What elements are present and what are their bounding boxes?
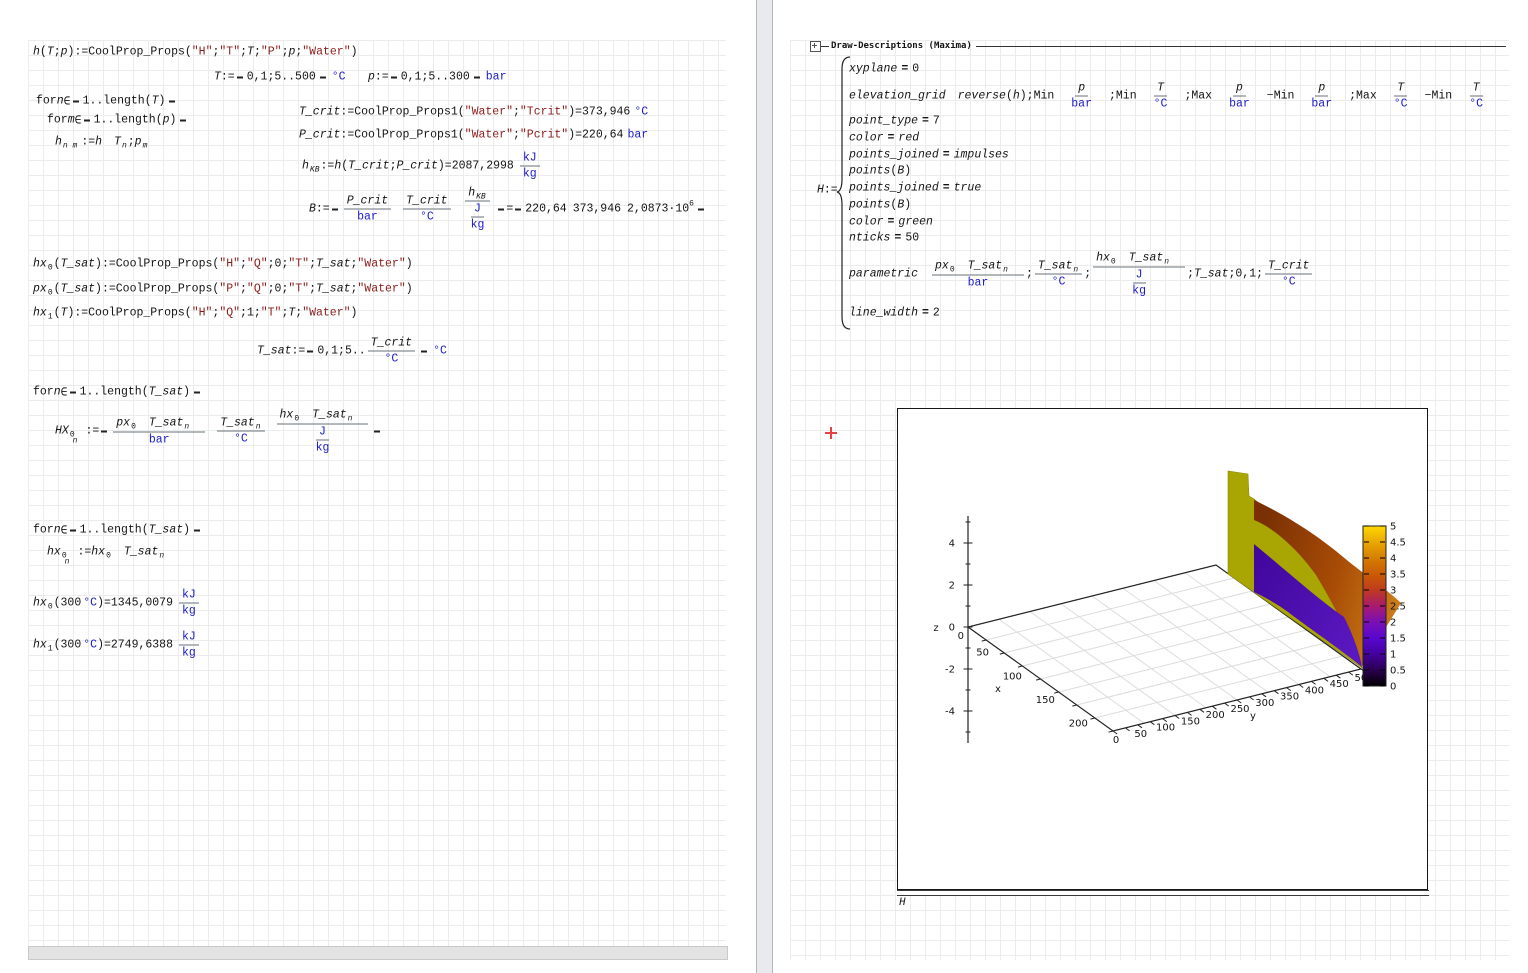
insert-cursor-cross-icon (825, 427, 837, 439)
svg-text:100: 100 (1156, 723, 1175, 734)
svg-text:150: 150 (1181, 716, 1200, 727)
math-region-r9[interactable]: color=green (849, 216, 933, 229)
math-region-r4[interactable]: color=red (849, 132, 919, 145)
math-region-l8[interactable]: P_crit:=CoolProp_Props1("Water"; "Pcrit"… (299, 129, 648, 142)
svg-text:0.5: 0.5 (1390, 666, 1406, 677)
math-region-l9[interactable]: hKB:=h(T_crit; P_crit)=2087,2998kJkg (302, 152, 542, 181)
math-region-l3[interactable]: p:=0,1; 5..300bar (368, 70, 506, 85)
svg-text:z: z (933, 623, 938, 634)
math-region-r5[interactable]: points_joined=impulses (849, 149, 1009, 162)
header-rule (976, 46, 1506, 47)
svg-text:350: 350 (1280, 692, 1299, 703)
svg-text:3: 3 (1390, 586, 1396, 597)
svg-text:5: 5 (1390, 522, 1396, 533)
math-region-l5[interactable]: for m ∈ 1..length(p) (47, 113, 188, 128)
math-region-r12[interactable]: line_width=2 (849, 307, 940, 320)
svg-text:0: 0 (958, 631, 964, 642)
math-region-l17[interactable]: for n ∈ 1..length(T_sat) (33, 523, 202, 538)
svg-text:2.5: 2.5 (1390, 602, 1406, 613)
math-region-r6[interactable]: points(B) (849, 165, 911, 178)
horizontal-scrollbar[interactable] (28, 946, 728, 960)
smath-worksheet: Draw-Descriptions (Maxima) 501001502000x… (0, 0, 1528, 973)
math-region-l2[interactable]: T:=0,1; 5..500°C (214, 70, 346, 85)
svg-text:3.5: 3.5 (1390, 570, 1406, 581)
3d-plot-region[interactable]: 501001502000x050100150200250300350400450… (897, 408, 1428, 890)
svg-text:4: 4 (1390, 554, 1396, 565)
svg-text:400: 400 (1305, 685, 1324, 696)
math-region-r7[interactable]: points_joined=true (849, 182, 981, 195)
svg-text:200: 200 (1206, 710, 1225, 721)
svg-text:-2: -2 (945, 665, 955, 676)
math-region-r2[interactable]: elevation_gridreverse(h); Minpbar; MinT°… (849, 80, 1512, 113)
math-region-r8[interactable]: points(B) (849, 199, 911, 212)
svg-text:100: 100 (1003, 671, 1022, 682)
math-region-l1[interactable]: h(T; p):=CoolProp_Props("H"; "T"; T; "P"… (33, 46, 358, 59)
svg-text:x: x (995, 684, 1001, 695)
svg-text:0: 0 (949, 623, 955, 634)
plot-variable-caption: H (899, 897, 906, 909)
svg-text:2: 2 (949, 581, 955, 592)
svg-text:150: 150 (1036, 695, 1055, 706)
math-region-l16[interactable]: HX0n:=px0T_satnbarT_satn°Chx0T_satnJkg (55, 407, 382, 456)
math-region-l6[interactable]: hn m:=hTn; pm (55, 135, 160, 150)
colorbar: 0 0.5 1 1.5 2 2.5 3 3.5 4 4.5 5 (1363, 522, 1406, 693)
math-region-h-def[interactable]: H:= (817, 184, 838, 197)
svg-text:200: 200 (1069, 719, 1088, 730)
svg-text:0: 0 (1390, 682, 1396, 693)
svg-text:300: 300 (1255, 698, 1274, 709)
svg-text:1: 1 (1390, 650, 1396, 661)
surface3d-plot: 501001502000x050100150200250300350400450… (898, 409, 1427, 886)
math-region-l7[interactable]: T_crit:=CoolProp_Props1("Water"; "Tcrit"… (299, 106, 648, 119)
svg-text:450: 450 (1330, 679, 1349, 690)
draw-descriptions-region-header[interactable]: Draw-Descriptions (Maxima) (810, 40, 1506, 52)
svg-text:-4: -4 (945, 707, 955, 718)
page-divider (756, 0, 773, 973)
header-dash (821, 46, 829, 47)
svg-text:4.5: 4.5 (1390, 538, 1406, 549)
math-region-r11[interactable]: parametricpx0T_satnbar; T_satn°C; hx0T_s… (849, 250, 1326, 299)
math-region-l18[interactable]: hx0n:=hx0T_satn (47, 545, 177, 560)
math-region-l12[interactable]: px0(T_sat):=CoolProp_Props("P"; "Q"; 0; … (33, 283, 413, 296)
math-region-r1[interactable]: xyplane=0 (849, 63, 919, 76)
math-region-r10[interactable]: nticks=50 (849, 232, 919, 245)
svg-text:50: 50 (1134, 729, 1147, 740)
math-region-l15[interactable]: for n ∈ 1..length(T_sat) (33, 385, 202, 400)
collapse-region-icon[interactable] (810, 41, 821, 52)
math-region-l11[interactable]: hx0(T_sat):=CoolProp_Props("H"; "Q"; 0; … (33, 258, 413, 271)
math-region-l13[interactable]: hx1(T):=CoolProp_Props("H"; "Q"; 1; "T";… (33, 307, 357, 320)
math-region-l10[interactable]: B:=P_critbarT_crit°ChKBJkg=220,64373,946… (309, 186, 706, 233)
math-region-l14[interactable]: T_sat:=0,1; 5..T_crit°C°C (257, 336, 447, 367)
svg-text:y: y (1250, 711, 1256, 722)
svg-text:50: 50 (976, 648, 989, 659)
math-region-l4[interactable]: for n ∈ 1..length(T) (36, 94, 177, 109)
svg-text:1.5: 1.5 (1390, 634, 1406, 645)
svg-text:4: 4 (949, 539, 955, 550)
svg-text:250: 250 (1230, 704, 1249, 715)
math-region-r3[interactable]: point_type=7 (849, 115, 940, 128)
svg-text:0: 0 (1113, 735, 1119, 746)
svg-text:2: 2 (1390, 618, 1396, 629)
math-region-l20[interactable]: hx1(300°C)=2749,6388kJkg (33, 631, 201, 660)
z-axis: 4 2 0 -2 -4 z (933, 516, 972, 743)
region-title: Draw-Descriptions (Maxima) (829, 41, 976, 51)
x-axis: 50 100 150 200 0 x (958, 631, 1113, 732)
plot-region-bottom-border (897, 890, 1429, 896)
math-region-l19[interactable]: hx0(300°C)=1345,0079kJkg (33, 589, 201, 618)
